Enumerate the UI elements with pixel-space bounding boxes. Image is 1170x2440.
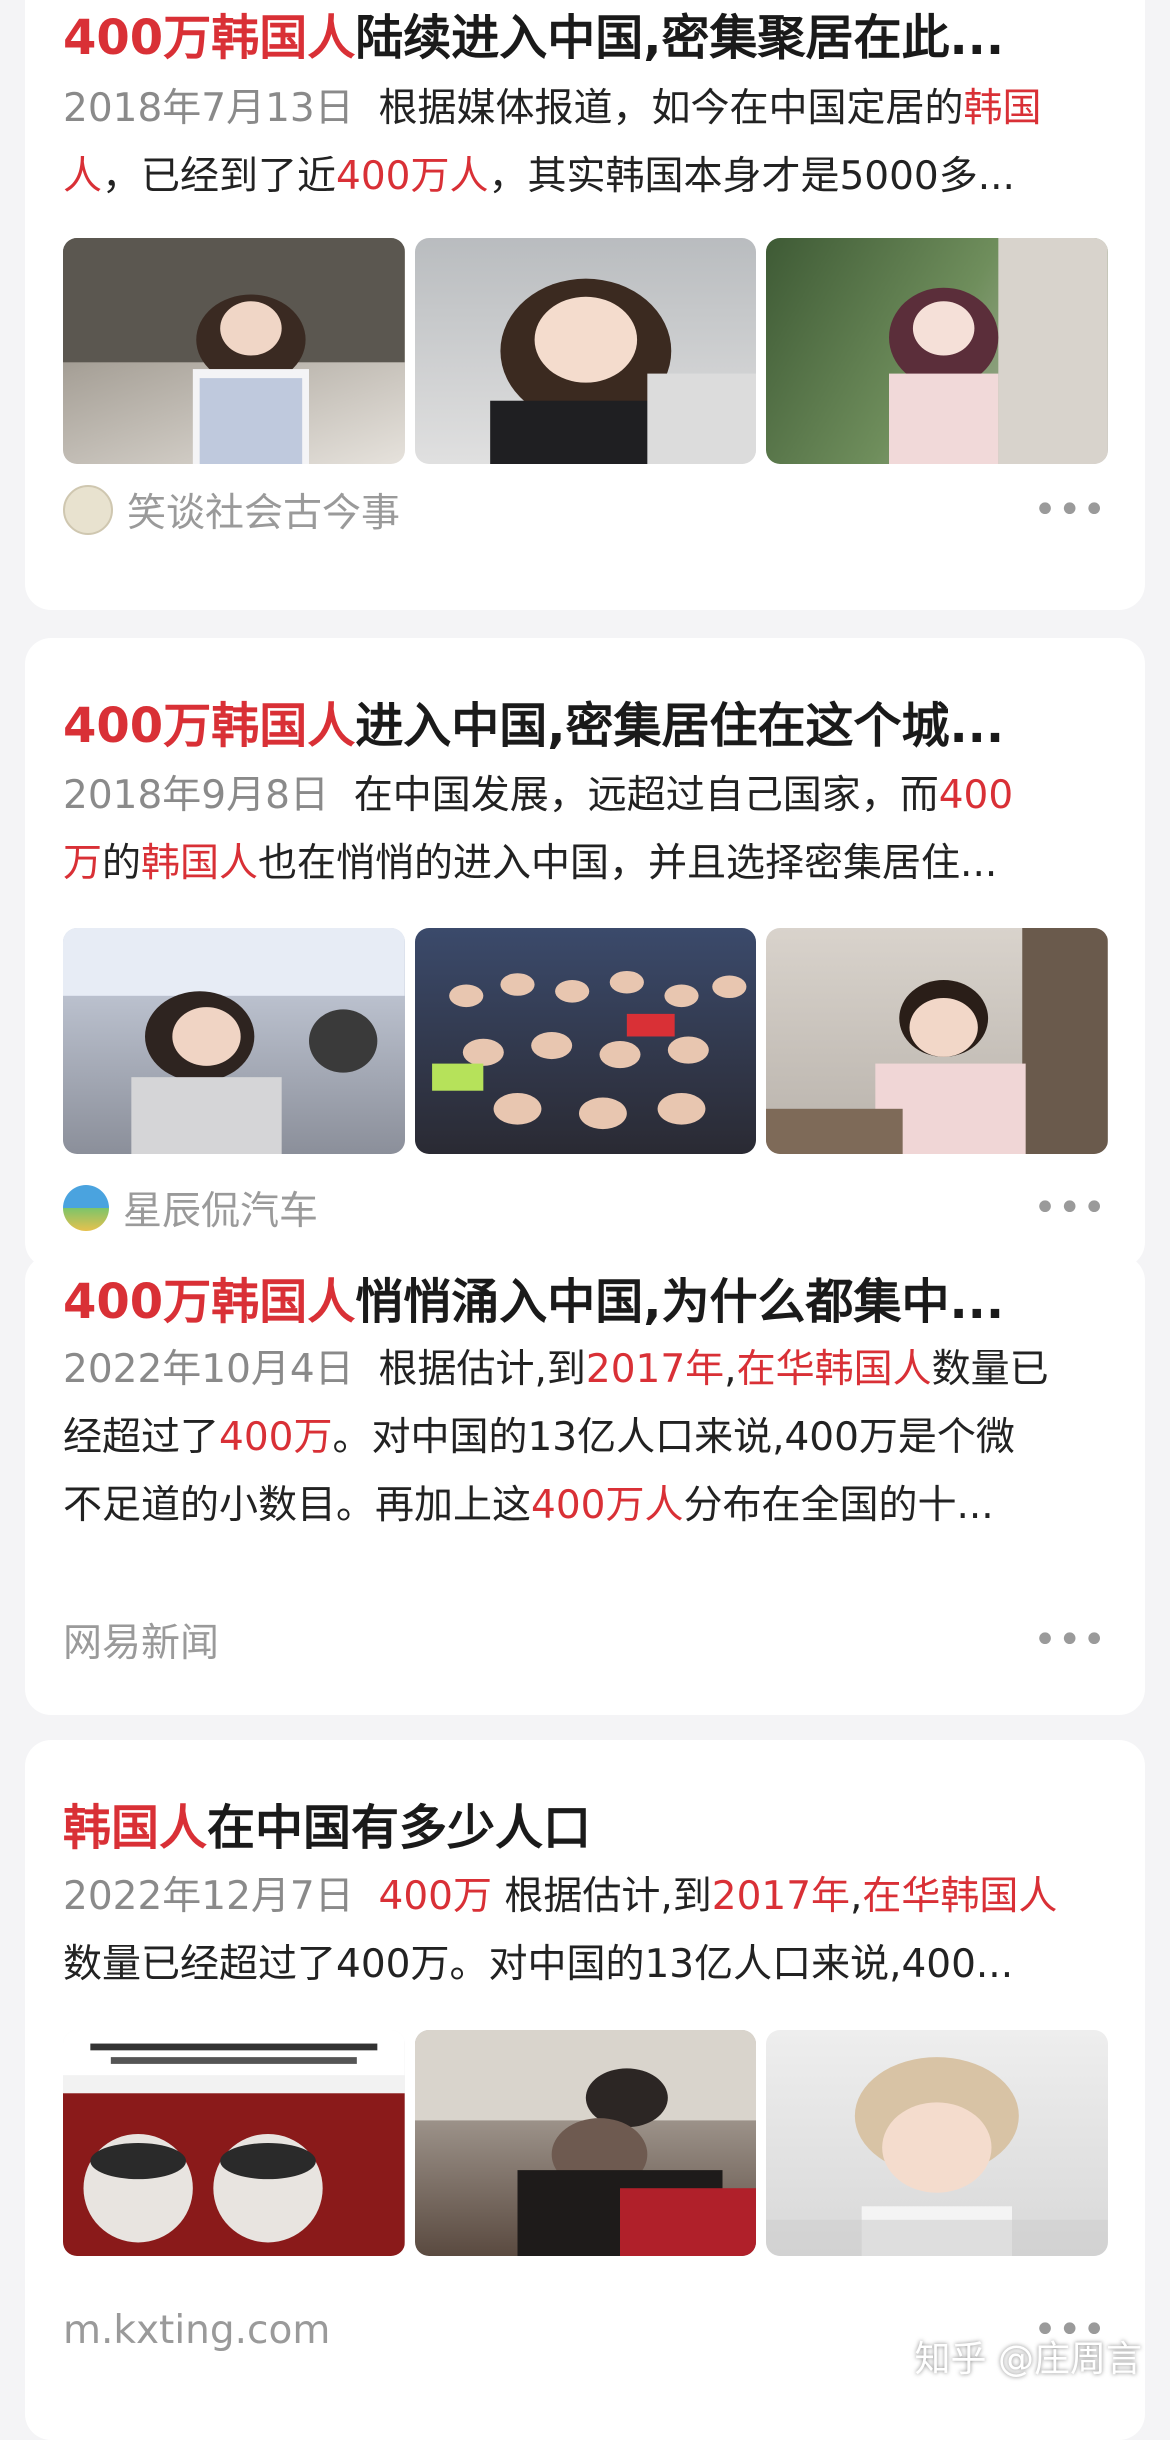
- more-options-icon[interactable]: •••: [1033, 490, 1107, 540]
- snippet-fragment: 根据估计,到: [491, 1874, 712, 1919]
- snippet-line-1: 2022年12月7日 400万 根据估计,到2017年,在华韩国人: [63, 1874, 1058, 1919]
- snippet-fragment: 分布在全国的十...: [683, 1483, 994, 1528]
- highlight-term: 400万: [378, 1874, 492, 1919]
- snippet-text: 数量已经超过了400万。对中国的13亿人口来说,400...: [63, 1942, 1013, 1987]
- avatar: [63, 485, 113, 535]
- result-card-2[interactable]: 400万韩国人进入中国,密集居住在这个城... 2018年9月8日 在中国发展，…: [25, 638, 1145, 1268]
- snippet-line-3: 不足道的小数目。再加上这400万人分布在全国的十...: [63, 1472, 1133, 1540]
- snippet-fragment: 根据估计,到: [378, 1347, 586, 1392]
- snippet-line-1: 2022年10月4日 根据估计,到2017年,在华韩国人数量已: [63, 1347, 1049, 1392]
- image-row: [63, 928, 1109, 1154]
- result-title[interactable]: 韩国人在中国有多少人口: [63, 1798, 591, 1858]
- snippet-text: 不足道的小数目。再加上这400万人分布在全国的十...: [63, 1483, 994, 1528]
- snippet-text: 400万 根据估计,到2017年,在华韩国人: [379, 1874, 1058, 1919]
- thumbnail-image[interactable]: [766, 2030, 1109, 2256]
- snippet-fragment: 数量已经超过了400万。对中国的13亿人口来说,400...: [63, 1942, 1014, 1987]
- snippet-fragment: 根据媒体报道，如今在中国定居的: [378, 86, 964, 131]
- snippet-line-1: 2018年7月13日 根据媒体报道，如今在中国定居的韩国: [63, 86, 1042, 131]
- snippet-fragment: 在中国发展，远超过自己国家，而: [353, 773, 939, 818]
- result-card-3[interactable]: 400万韩国人悄悄涌入中国,为什么都集中... 2022年10月4日 根据估计,…: [25, 1255, 1145, 1715]
- snippet-text: 在中国发展，远超过自己国家，而400: [354, 773, 1013, 818]
- snippet-fragment: ，已经到了近: [102, 154, 337, 199]
- snippet-line-2: 万的韩国人也在悄悄的进入中国，并且选择密集居住...: [63, 830, 1133, 898]
- snippet-line-2: 人，已经到了近400万人，其实韩国本身才是5000多...: [63, 143, 1133, 211]
- more-options-icon[interactable]: •••: [1033, 1620, 1107, 1670]
- highlight-term: 人: [63, 154, 103, 199]
- snippet-fragment: 数量已: [931, 1347, 1049, 1392]
- snippet-fragment: 也在悄悄的进入中国，并且选择密集居住...: [258, 841, 998, 886]
- result-snippet: 2018年7月13日 根据媒体报道，如今在中国定居的韩国 人，已经到了近400万…: [63, 75, 1133, 211]
- result-snippet: 2018年9月8日 在中国发展，远超过自己国家，而400 万的韩国人也在悄悄的进…: [63, 762, 1133, 898]
- highlight-term: 韩国: [963, 86, 1042, 131]
- snippet-line-2: 经超过了400万。对中国的13亿人口来说,400万是个微: [63, 1404, 1133, 1472]
- thumbnail-image[interactable]: [766, 928, 1109, 1154]
- snippet-fragment: ，其实韩国本身才是5000多...: [488, 154, 1015, 199]
- highlight-term: 在华韩国人: [736, 1347, 932, 1392]
- result-title[interactable]: 400万韩国人陆续进入中国,密集聚居在此...: [63, 8, 1004, 68]
- thumbnail-image[interactable]: [63, 238, 405, 464]
- watermark: 知乎 @庄周言: [914, 2339, 1142, 2380]
- thumbnail-image[interactable]: [766, 238, 1109, 464]
- highlight-term: 万: [63, 841, 103, 886]
- snippet-text: 根据媒体报道，如今在中国定居的韩国: [379, 86, 1042, 131]
- more-options-icon[interactable]: •••: [1033, 1188, 1107, 1238]
- highlight-term: 400万人: [336, 154, 489, 199]
- result-source[interactable]: 笑谈社会古今事: [63, 480, 400, 540]
- snippet-text: 万的韩国人也在悄悄的进入中国，并且选择密集居住...: [63, 841, 997, 886]
- snippet-fragment: ,: [724, 1347, 737, 1392]
- image-row: [63, 2030, 1109, 2256]
- highlight-term: 韩国人: [141, 841, 259, 886]
- highlight-term: 2017年: [711, 1874, 851, 1919]
- thumbnail-image[interactable]: [414, 238, 757, 464]
- snippet-text: 经超过了400万。对中国的13亿人口来说,400万是个微: [63, 1415, 1015, 1460]
- result-title[interactable]: 400万韩国人进入中国,密集居住在这个城...: [63, 696, 1004, 756]
- result-snippet: 2022年10月4日 根据估计,到2017年,在华韩国人数量已 经超过了400万…: [63, 1336, 1133, 1540]
- snippet-fragment: 不足道的小数目。再加上这: [63, 1483, 532, 1528]
- snippet-fragment: ,: [850, 1874, 863, 1919]
- result-card-1[interactable]: 400万韩国人陆续进入中国,密集聚居在此... 2018年7月13日 根据媒体报…: [25, 0, 1145, 610]
- snippet-text: 人，已经到了近400万人，其实韩国本身才是5000多...: [63, 154, 1015, 199]
- snippet-line-1: 2018年9月8日 在中国发展，远超过自己国家，而400: [63, 773, 1014, 818]
- thumbnail-image[interactable]: [63, 2030, 405, 2256]
- snippet-text: 根据估计,到2017年,在华韩国人数量已: [379, 1347, 1049, 1392]
- highlight-term: 在华韩国人: [862, 1874, 1058, 1919]
- thumbnail-image[interactable]: [414, 928, 757, 1154]
- image-row: [63, 238, 1109, 464]
- thumbnail-image[interactable]: [63, 928, 405, 1154]
- snippet-fragment: 经超过了: [63, 1415, 220, 1460]
- snippet-fragment: 的: [102, 841, 142, 886]
- snippet-line-2: 数量已经超过了400万。对中国的13亿人口来说,400...: [63, 1931, 1133, 1999]
- result-snippet: 2022年12月7日 400万 根据估计,到2017年,在华韩国人 数量已经超过…: [63, 1863, 1133, 1999]
- result-source[interactable]: 网易新闻: [63, 1610, 219, 1670]
- highlight-term: 400万: [219, 1415, 333, 1460]
- highlight-term: 400: [938, 773, 1014, 818]
- thumbnail-image[interactable]: [414, 2030, 757, 2256]
- result-source[interactable]: m.kxting.com: [63, 2300, 330, 2360]
- avatar: [63, 1185, 109, 1231]
- highlight-term: 2017年: [585, 1347, 725, 1392]
- highlight-term: 400万人: [531, 1483, 684, 1528]
- result-source[interactable]: 星辰侃汽车: [63, 1178, 318, 1238]
- snippet-fragment: 。对中国的13亿人口来说,400万是个微: [332, 1415, 1015, 1460]
- result-title[interactable]: 400万韩国人悄悄涌入中国,为什么都集中...: [63, 1272, 1004, 1332]
